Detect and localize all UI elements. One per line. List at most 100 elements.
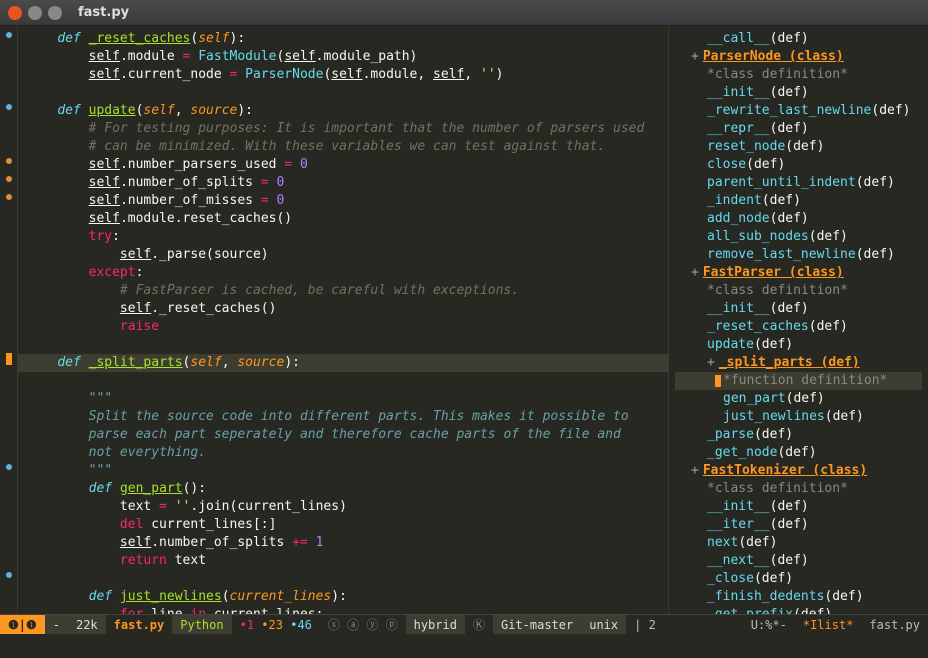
gutter-mark — [0, 422, 17, 440]
status-right-u: U:%*- — [743, 615, 795, 634]
outline-item[interactable]: all_sub_nodes (def) — [675, 228, 922, 246]
code-line[interactable]: def _reset_caches(self): — [26, 31, 245, 46]
code-line[interactable]: not everything. — [26, 445, 206, 460]
outline-item[interactable]: __iter__ (def) — [675, 516, 922, 534]
outline-item[interactable]: _reset_caches (def) — [675, 318, 922, 336]
status-file[interactable]: fast.py — [106, 615, 173, 634]
code-line[interactable]: def gen_part(): — [26, 481, 206, 496]
gutter-mark — [0, 440, 17, 458]
code-line[interactable]: # For testing purposes: It is important … — [26, 121, 644, 136]
minimize-icon[interactable] — [28, 6, 42, 20]
code-line[interactable]: self.current_node = ParserNode(self.modu… — [26, 67, 504, 82]
outline-item[interactable]: update (def) — [675, 336, 922, 354]
gutter-mark — [0, 476, 17, 494]
code-area[interactable]: def _reset_caches(self): self.module = F… — [18, 26, 668, 614]
outline-item[interactable]: reset_node (def) — [675, 138, 922, 156]
outline-item[interactable]: __init__ (def) — [675, 498, 922, 516]
outline-item[interactable]: __init__ (def) — [675, 84, 922, 102]
outline-item[interactable]: *class definition* — [675, 282, 922, 300]
gutter-mark — [0, 584, 17, 602]
status-minor-modes: ⓢ ⓐ ⓨ ⓟ — [320, 615, 406, 634]
code-line[interactable]: try: — [26, 229, 120, 244]
gutter-mark — [0, 242, 17, 260]
gutter-mark — [0, 494, 17, 512]
code-line[interactable]: # FastParser is cached, be careful with … — [26, 283, 519, 298]
editor-gutter — [0, 26, 18, 614]
outline-item[interactable]: __init__ (def) — [675, 300, 922, 318]
outline-item[interactable]: + FastParser (class) — [675, 264, 922, 282]
code-line[interactable]: self._reset_caches() — [26, 301, 276, 316]
code-line[interactable]: parse each part seperately and therefore… — [26, 427, 621, 442]
outline-item[interactable]: just_newlines (def) — [675, 408, 922, 426]
code-line[interactable]: def update(self, source): — [26, 103, 253, 118]
status-bar: ❶|❶ - 22k fast.py Python •1 •23 •46 ⓢ ⓐ … — [0, 614, 928, 634]
outline-item[interactable]: _indent (def) — [675, 192, 922, 210]
outline-item[interactable]: __call__ (def) — [675, 30, 922, 48]
status-right-ilist: *Ilist* — [795, 615, 862, 634]
gutter-mark — [0, 386, 17, 404]
code-line[interactable]: return text — [26, 553, 206, 568]
gutter-mark — [0, 314, 17, 332]
outline-item[interactable]: _get_prefix (def) — [675, 606, 922, 614]
outline-item[interactable]: close (def) — [675, 156, 922, 174]
code-line[interactable]: self.number_of_splits += 1 — [26, 535, 323, 550]
editor-pane[interactable]: def _reset_caches(self): self.module = F… — [0, 26, 668, 614]
gutter-mark — [0, 350, 17, 368]
outline-item[interactable]: __next__ (def) — [675, 552, 922, 570]
outline-item[interactable]: gen_part (def) — [675, 390, 922, 408]
status-flycheck: •1 •23 •46 — [232, 615, 320, 634]
gutter-mark — [0, 260, 17, 278]
status-lang: Python — [172, 615, 231, 634]
outline-item[interactable]: _rewrite_last_newline (def) — [675, 102, 922, 120]
code-line[interactable]: Split the source code into different par… — [26, 409, 629, 424]
outline-item[interactable]: parent_until_indent (def) — [675, 174, 922, 192]
maximize-icon[interactable] — [48, 6, 62, 20]
status-size: 22k — [68, 615, 106, 634]
workarea: def _reset_caches(self): self.module = F… — [0, 26, 928, 614]
code-line[interactable]: raise — [26, 319, 159, 334]
outline-item[interactable]: *class definition* — [675, 480, 922, 498]
code-line[interactable]: del current_lines[:] — [26, 517, 276, 532]
code-line[interactable]: text = ''.join(current_lines) — [26, 499, 347, 514]
code-line[interactable]: self.number_of_splits = 0 — [26, 175, 284, 190]
outline-pane[interactable]: __call__ (def)+ ParserNode (class)*class… — [668, 26, 928, 614]
code-line[interactable]: # can be minimized. With these variables… — [26, 139, 605, 154]
code-line[interactable]: def _split_parts(self, source): — [18, 354, 668, 372]
outline-item[interactable]: _finish_dedents (def) — [675, 588, 922, 606]
outline-item[interactable]: *function definition* — [675, 372, 922, 390]
code-line[interactable]: self.module = FastModule(self.module_pat… — [26, 49, 417, 64]
minibuffer[interactable] — [0, 634, 928, 658]
code-line[interactable]: self._parse(source) — [26, 247, 269, 262]
code-line[interactable]: self.number_of_misses = 0 — [26, 193, 284, 208]
code-line[interactable]: self.number_parsers_used = 0 — [26, 157, 308, 172]
gutter-mark — [0, 548, 17, 566]
code-line[interactable]: self.module.reset_caches() — [26, 211, 292, 226]
outline-item[interactable]: next (def) — [675, 534, 922, 552]
code-line[interactable]: for line in current_lines: — [26, 607, 323, 614]
gutter-mark — [0, 62, 17, 80]
code-line[interactable]: except: — [26, 265, 143, 280]
code-line[interactable]: """ — [26, 391, 112, 406]
status-enc: unix — [581, 615, 626, 634]
status-hybrid: hybrid — [406, 615, 465, 634]
outline-item[interactable]: _get_node (def) — [675, 444, 922, 462]
gutter-mark — [0, 224, 17, 242]
outline-item[interactable]: + ParserNode (class) — [675, 48, 922, 66]
gutter-mark — [0, 152, 17, 170]
code-line[interactable]: def just_newlines(current_lines): — [26, 589, 347, 604]
code-line[interactable]: """ — [26, 463, 112, 478]
outline-item[interactable]: add_node (def) — [675, 210, 922, 228]
outline-item[interactable]: *class definition* — [675, 66, 922, 84]
gutter-mark — [0, 332, 17, 350]
outline-item[interactable]: __repr__ (def) — [675, 120, 922, 138]
outline-item[interactable]: + FastTokenizer (class) — [675, 462, 922, 480]
status-pct: | 2 — [626, 615, 664, 634]
outline-item[interactable]: remove_last_newline (def) — [675, 246, 922, 264]
gutter-mark — [0, 26, 17, 44]
outline-item[interactable]: _close (def) — [675, 570, 922, 588]
gutter-mark — [0, 458, 17, 476]
outline-item[interactable]: _parse (def) — [675, 426, 922, 444]
outline-item[interactable]: + _split_parts (def) — [675, 354, 922, 372]
close-icon[interactable] — [8, 6, 22, 20]
window-titlebar: fast.py — [0, 0, 928, 26]
